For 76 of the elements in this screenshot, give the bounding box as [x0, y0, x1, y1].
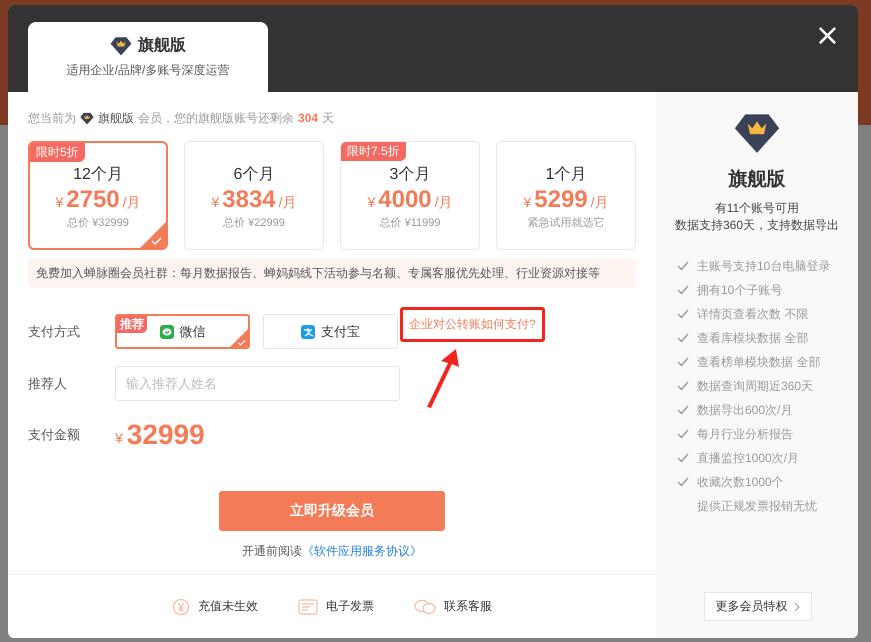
payment-amount: 32999 — [126, 419, 205, 451]
plan-duration: 1个月 — [546, 165, 586, 185]
plan-card[interactable]: 6个月 ¥3834/月 总价 ¥22999 — [184, 141, 324, 250]
currency-sign: ¥ — [115, 430, 123, 446]
yen-coin-icon — [172, 598, 190, 616]
plan-duration: 6个月 — [234, 165, 274, 185]
plan-note: 总价 ¥11999 — [380, 216, 440, 230]
feature-text: 详情页查看次数 不限 — [697, 306, 808, 322]
plan-summary: 数据支持360天，支持数据导出 — [674, 217, 840, 234]
currency-sign: ¥ — [211, 194, 220, 210]
selected-check-icon — [229, 328, 248, 347]
notice-text: 天 — [322, 110, 334, 126]
plan-note: 总价 ¥32999 — [67, 216, 129, 230]
tab-subtitle: 适用企业/品牌/多账号深度运营 — [66, 62, 230, 79]
days-count: 304 — [298, 111, 318, 125]
currency-sign: ¥ — [523, 194, 532, 210]
plan-price: 4000 — [378, 186, 432, 214]
benefit-banner: 免费加入蝉脉圈会员社群：每月数据报告、蝉妈妈线下活动参与名额、专属客服优先处理、行业资源对接等 — [28, 259, 636, 288]
feature-text: 数据导出600次/月 — [697, 402, 792, 418]
feature-text: 每月行业分析报告 — [697, 426, 793, 442]
crown-gem-icon — [733, 112, 781, 154]
chevron-right-icon — [794, 602, 800, 612]
more-privileges-button[interactable]: 更多会员特权 — [704, 592, 812, 621]
payment-option[interactable]: 推荐 微信 — [115, 314, 250, 349]
feature-text: 查看库模块数据 全部 — [697, 330, 808, 346]
price-unit: /月 — [122, 194, 141, 212]
tab-title: 旗舰版 — [138, 36, 186, 56]
invoice-icon — [298, 598, 318, 614]
price-unit: /月 — [278, 194, 297, 212]
feature-text: 数据查询周期近360天 — [697, 378, 814, 394]
feature-text: 提供正规发票报销无忧 — [697, 498, 817, 514]
feature-text: 查看榜单模块数据 全部 — [697, 354, 820, 370]
discount-badge: 限时7.5折 — [341, 142, 406, 161]
field-label: 支付金额 — [28, 426, 81, 444]
plan-title: 旗舰版 — [728, 168, 786, 192]
chat-bubbles-icon — [414, 598, 436, 614]
close-button[interactable]: × — [814, 23, 840, 49]
plan-price: 2750 — [66, 186, 120, 214]
referrer-input[interactable]: 输入推荐人姓名 — [115, 366, 400, 401]
feature-text: 直播监控1000次/月 — [697, 450, 800, 466]
footer-link[interactable]: 充值未生效 — [172, 598, 258, 616]
field-label: 支付方式 — [28, 322, 81, 340]
agreement-text: 开通前阅读 — [242, 544, 302, 558]
price-unit: /月 — [590, 194, 609, 212]
payment-option[interactable]: 支付宝 — [263, 314, 398, 349]
level-name: 旗舰版 — [98, 110, 134, 126]
plan-note: 总价 ¥22999 — [223, 216, 285, 230]
plan-price: 3834 — [222, 186, 276, 214]
selected-check-icon — [140, 222, 166, 248]
agreement-link[interactable]: 《软件应用服务协议》 — [302, 544, 422, 558]
plan-note: 紧急试用就选它 — [528, 216, 604, 230]
currency-sign: ¥ — [55, 194, 64, 210]
notice-text: 会员，您的旗舰版账号还剩余 — [138, 110, 294, 126]
plan-card[interactable]: 限时5折 12个月 ¥2750/月 总价 ¥32999 — [28, 141, 168, 250]
plan-duration: 3个月 — [390, 165, 430, 185]
footer-link[interactable]: 电子发票 — [298, 598, 374, 615]
recommend-badge: 推荐 — [117, 316, 147, 333]
payment-app-icon — [301, 324, 315, 338]
plan-card[interactable]: 限时7.5折 3个月 ¥4000/月 总价 ¥11999 — [340, 141, 480, 250]
feature-text: 收藏次数1000个 — [697, 474, 784, 490]
plan-card[interactable]: 1个月 ¥5299/月 紧急试用就选它 — [496, 141, 636, 250]
plan-tab[interactable]: 旗舰版 适用企业/品牌/多账号深度运营 — [28, 22, 268, 92]
chat-bubble-icon — [160, 324, 174, 338]
plan-summary: 有11个账号可用 — [714, 200, 800, 217]
crown-gem-icon — [80, 112, 94, 124]
discount-badge: 限时5折 — [30, 143, 85, 162]
crown-gem-icon — [110, 36, 132, 56]
currency-sign: ¥ — [367, 194, 376, 210]
field-label: 推荐人 — [28, 374, 68, 392]
plan-price: 5299 — [534, 186, 588, 214]
footer-link[interactable]: 联系客服 — [414, 598, 492, 615]
feature-text: 主账号支持10台电脑登录 — [697, 258, 830, 274]
feature-text: 拥有10个子账号 — [697, 282, 782, 298]
plan-duration: 12个月 — [73, 165, 123, 185]
price-unit: /月 — [434, 194, 453, 212]
notice-text: 您当前为 — [28, 110, 76, 126]
